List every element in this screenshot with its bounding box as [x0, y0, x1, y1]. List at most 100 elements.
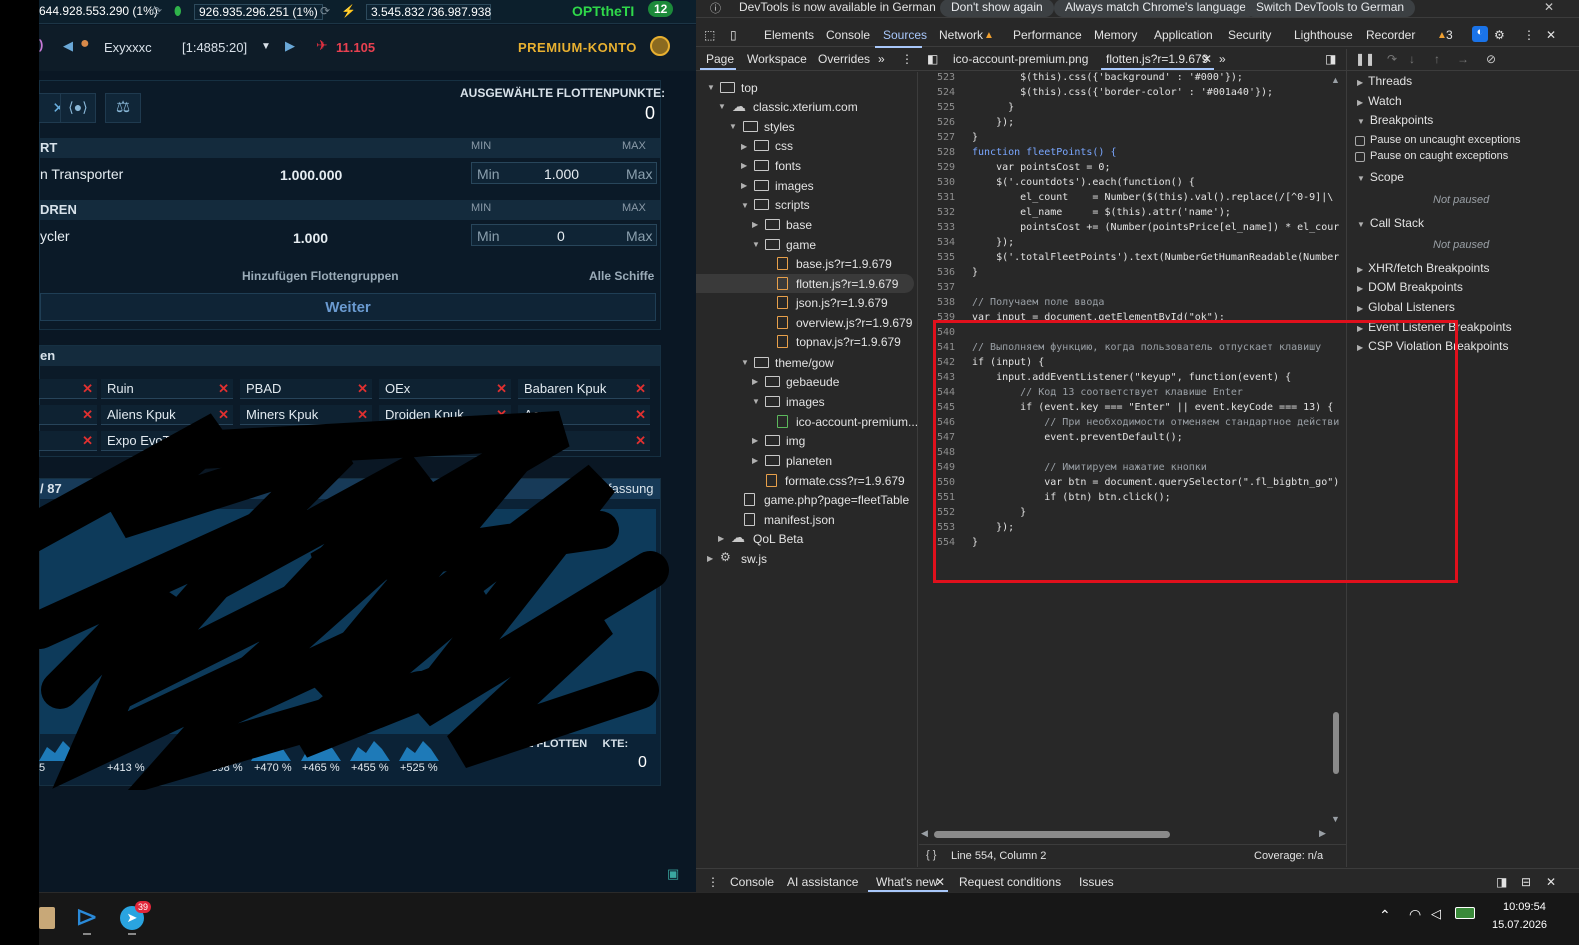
line-number[interactable]: 528	[919, 147, 955, 158]
switch-german-button[interactable]: Switch DevTools to German	[1245, 0, 1416, 17]
step-into-icon[interactable]: ↓	[1409, 52, 1415, 66]
battery-icon[interactable]	[1455, 907, 1475, 919]
player-tag[interactable]: OPTtheTI	[572, 3, 634, 19]
expand-icon[interactable]: ▼	[729, 122, 737, 131]
subtab-workspace[interactable]: Workspace	[747, 52, 807, 66]
collapse-icon[interactable]: ▶	[752, 377, 758, 386]
more-tabs-icon[interactable]: »	[1219, 52, 1226, 66]
step-out-icon[interactable]: ↑	[1434, 52, 1440, 66]
volume-icon[interactable]: ◁	[1431, 906, 1441, 922]
tree-item[interactable]: QoL Beta	[753, 532, 803, 546]
expand-icon[interactable]: ▼	[718, 102, 726, 111]
tree-item[interactable]: json.js?r=1.9.679	[796, 296, 888, 310]
drawer-tab-request-conditions[interactable]: Request conditions	[959, 875, 1061, 889]
chevron-down-icon[interactable]: ▼	[261, 41, 271, 52]
tree-item[interactable]: manifest.json	[764, 513, 835, 527]
collapse-icon[interactable]: ▶	[752, 436, 758, 445]
more-icon[interactable]: ⋮	[707, 875, 719, 889]
warnings-count[interactable]: 3	[1446, 28, 1453, 42]
tree-item[interactable]: base.js?r=1.9.679	[796, 257, 892, 271]
tab-security[interactable]: Security	[1228, 28, 1271, 42]
ship-range-field[interactable]: Min 0 Max	[471, 224, 657, 246]
all-ships-link[interactable]: Alle Schiffe	[589, 269, 654, 283]
refresh-icon[interactable]: ⟳	[320, 4, 330, 18]
code-line[interactable]: });	[972, 117, 1014, 128]
collapse-icon[interactable]: ▶	[707, 554, 713, 563]
tab-console[interactable]: Console	[826, 28, 870, 42]
close-icon[interactable]: ✕	[1544, 0, 1554, 14]
tree-item[interactable]: fonts	[775, 159, 801, 173]
drawer-tab-whats-new[interactable]: What's new	[876, 875, 938, 889]
tab-performance[interactable]: Performance	[1013, 28, 1082, 42]
dom-breakpoints-section[interactable]: ▶ DOM Breakpoints	[1357, 280, 1463, 294]
breakpoints-section[interactable]: ▼ Breakpoints	[1357, 113, 1433, 127]
pause-uncaught-label[interactable]: Pause on uncaught exceptions	[1370, 134, 1520, 146]
tree-item[interactable]: gebaeude	[786, 375, 839, 389]
pause-uncaught-checkbox[interactable]	[1355, 136, 1365, 146]
tab-elements[interactable]: Elements	[764, 28, 814, 42]
premium-label[interactable]: PREMIUM-KONTO	[518, 40, 637, 55]
subtab-overrides[interactable]: Overrides	[818, 52, 870, 66]
balance-icon[interactable]: ⚖	[105, 93, 141, 123]
ship-count[interactable]: 1.000	[293, 230, 328, 246]
scroll-up-icon[interactable]: ▲	[1331, 75, 1340, 85]
collapse-icon[interactable]: ▶	[741, 142, 747, 151]
close-icon[interactable]: ✕	[1546, 28, 1556, 42]
code-line[interactable]: $('.totalFleetPoints').text(NumberGetHum…	[972, 252, 1339, 263]
line-number[interactable]: 536	[919, 267, 955, 278]
tree-item[interactable]: sw.js	[741, 552, 767, 566]
expand-icon[interactable]: ▼	[752, 397, 760, 406]
collapse-icon[interactable]: ▶	[752, 456, 758, 465]
more-icon[interactable]: ⋮	[1523, 28, 1535, 42]
tree-item[interactable]: images	[786, 395, 825, 409]
tab-network[interactable]: Network	[939, 28, 983, 42]
pause-icon[interactable]: ❚❚	[1355, 52, 1375, 66]
tree-item[interactable]: base	[786, 218, 812, 232]
tree-item[interactable]: styles	[764, 120, 795, 134]
tree-item[interactable]: scripts	[775, 198, 810, 212]
pause-caught-label[interactable]: Pause on caught exceptions	[1370, 150, 1508, 162]
code-line[interactable]: });	[972, 237, 1014, 248]
undock-icon[interactable]: ⊟	[1521, 875, 1531, 889]
line-number[interactable]: 533	[919, 222, 955, 233]
amount-input[interactable]: 1.000	[544, 166, 579, 182]
clock-date[interactable]: 15.07.2026	[1492, 919, 1547, 931]
tree-item[interactable]: theme/gow	[775, 356, 834, 370]
tab-memory[interactable]: Memory	[1094, 28, 1137, 42]
tree-item[interactable]: topnav.js?r=1.9.679	[796, 335, 901, 349]
code-line[interactable]: // Получаем поле ввода	[972, 297, 1104, 308]
chat-icon[interactable]: ▣	[667, 866, 679, 882]
tree-item[interactable]: top	[741, 81, 758, 95]
chevron-up-icon[interactable]: ⌃	[1379, 907, 1391, 924]
next-planet-icon[interactable]: ▶	[285, 38, 295, 54]
line-number[interactable]: 524	[919, 87, 955, 98]
line-number[interactable]: 530	[919, 177, 955, 188]
close-tab-icon[interactable]: ✕	[1202, 52, 1212, 66]
open-file-tab[interactable]: ico-account-premium.png	[953, 52, 1088, 66]
line-number[interactable]: 529	[919, 162, 955, 173]
scroll-down-icon[interactable]: ▼	[1331, 814, 1340, 824]
dont-show-again-button[interactable]: Don't show again	[940, 0, 1054, 17]
line-number[interactable]: 532	[919, 207, 955, 218]
toggle-debugger-icon[interactable]: ◨	[1325, 52, 1336, 66]
close-icon[interactable]: ✕	[1546, 875, 1556, 889]
tree-item[interactable]: classic.xterium.com	[753, 100, 858, 114]
collapse-icon[interactable]: ▶	[718, 534, 724, 543]
tab-recorder[interactable]: Recorder	[1366, 28, 1415, 42]
match-language-button[interactable]: Always match Chrome's language	[1054, 0, 1258, 17]
code-line[interactable]: $(this).css({'border-color' : '#001a40'}…	[972, 87, 1273, 98]
fleet-icon[interactable]: ⟨●⟩	[60, 93, 96, 123]
close-tab-icon[interactable]: ✕	[935, 875, 945, 889]
code-line[interactable]: }	[972, 267, 978, 278]
pause-caught-checkbox[interactable]	[1355, 152, 1365, 162]
code-line[interactable]: }	[972, 132, 978, 143]
device-icon[interactable]: ▯	[730, 28, 737, 42]
more-tabs-icon[interactable]: »	[878, 52, 885, 66]
line-number[interactable]: 525	[919, 102, 955, 113]
weiter-button[interactable]: Weiter	[40, 293, 656, 321]
wifi-icon[interactable]: ◠	[1409, 906, 1421, 923]
step-over-icon[interactable]: ↷	[1387, 52, 1397, 66]
tree-item[interactable]: game.php?page=fleetTable	[764, 493, 909, 507]
code-line[interactable]: pointsCost += (Number(pointsPrice[el_nam…	[972, 222, 1339, 233]
drawer-tab-issues[interactable]: Issues	[1079, 875, 1114, 889]
